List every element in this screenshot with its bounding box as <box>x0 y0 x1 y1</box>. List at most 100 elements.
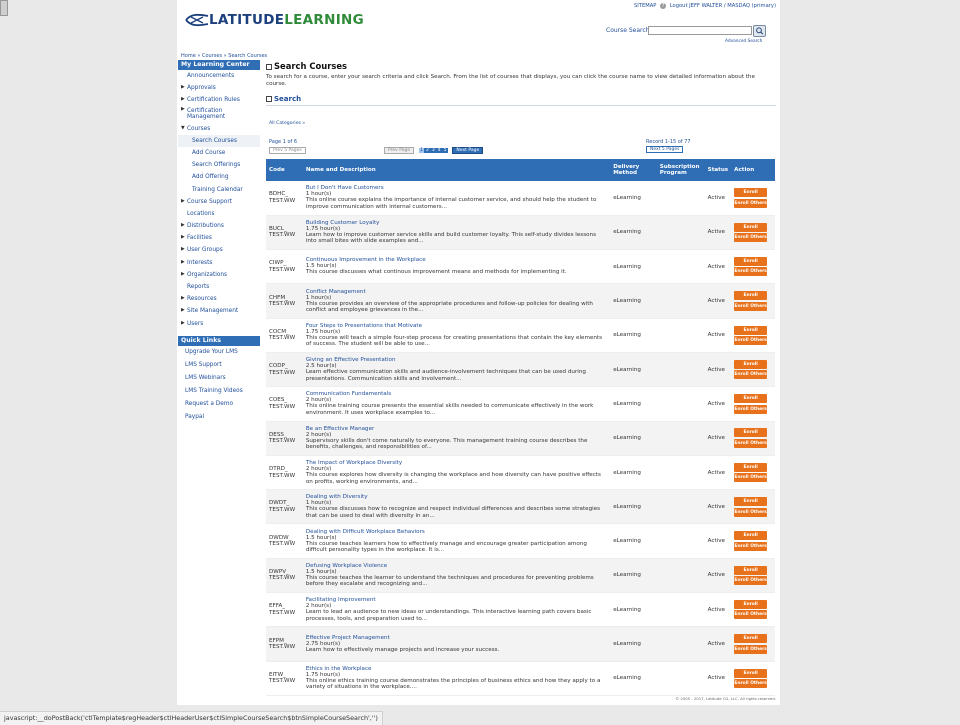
enroll-button[interactable]: Enroll <box>734 359 768 369</box>
sidebar-item[interactable]: Training Calendar <box>178 184 260 196</box>
quick-link[interactable]: LMS Training Videos <box>178 385 260 398</box>
caret-right-icon[interactable]: ▶ <box>181 82 185 94</box>
course-code: CHFM_ TEST.WW <box>266 283 303 319</box>
enroll-button[interactable]: Enroll <box>734 599 768 609</box>
enroll-others-button[interactable]: Enroll Others <box>734 541 768 551</box>
breadcrumb[interactable]: Home » Courses » Search Courses <box>181 53 267 59</box>
sidebar-item[interactable]: Add Course <box>178 147 260 159</box>
sidebar-item[interactable]: Reports <box>178 281 260 293</box>
enroll-button[interactable]: Enroll <box>734 634 768 644</box>
caret-down-icon[interactable]: ▼ <box>181 123 185 135</box>
enroll-others-button[interactable]: Enroll Others <box>734 233 768 243</box>
course-status: Active <box>704 558 732 594</box>
sidebar-item[interactable]: ▶ Facilities <box>178 232 260 244</box>
caret-right-icon[interactable]: ▶ <box>181 318 185 330</box>
sidebar-item[interactable]: ▶ Resources <box>178 293 260 305</box>
enroll-others-button[interactable]: Enroll Others <box>734 267 768 277</box>
caret-right-icon[interactable]: ▶ <box>181 232 185 244</box>
help-icon[interactable]: ? <box>660 3 667 9</box>
next-page-button[interactable]: Next Page <box>452 147 484 154</box>
enroll-others-button[interactable]: Enroll Others <box>734 370 768 380</box>
page-number-link[interactable]: 5 <box>442 148 448 153</box>
caret-right-icon[interactable]: ▶ <box>181 244 185 256</box>
categories-link[interactable]: All Categories » <box>269 121 305 126</box>
quick-link[interactable]: Paypal <box>178 411 260 424</box>
caret-right-icon[interactable]: ▶ <box>181 257 185 269</box>
sidebar-item[interactable]: ▶ Organizations <box>178 269 260 281</box>
enroll-others-button[interactable]: Enroll Others <box>734 610 768 620</box>
sidebar-item[interactable]: ▶ Approvals <box>178 82 260 94</box>
enroll-button[interactable]: Enroll <box>734 256 768 266</box>
course-actions: Enroll Enroll Others <box>731 489 775 525</box>
enroll-others-button[interactable]: Enroll Others <box>734 473 768 483</box>
sidebar-item[interactable]: ▶ Distributions <box>178 220 260 232</box>
course-search-input[interactable] <box>648 26 752 35</box>
prev-5-pages-button[interactable]: Prev 5 Pages <box>269 147 306 154</box>
caret-right-icon[interactable]: ▶ <box>181 293 185 305</box>
enroll-button[interactable]: Enroll <box>734 462 768 472</box>
enroll-others-button[interactable]: Enroll Others <box>734 507 768 517</box>
enroll-button[interactable]: Enroll <box>734 497 768 507</box>
enroll-others-button[interactable]: Enroll Others <box>734 438 768 448</box>
enroll-button[interactable]: Enroll <box>734 188 768 198</box>
enroll-button[interactable]: Enroll <box>734 325 768 335</box>
sidebar-item[interactable]: Locations <box>178 208 260 220</box>
sidebar-item[interactable]: ▶ Users <box>178 318 260 330</box>
caret-right-icon[interactable]: ▶ <box>181 196 185 208</box>
logo[interactable]: LATITUDE LEARNING <box>185 11 364 29</box>
sidebar-item[interactable]: ▶ Interests <box>178 257 260 269</box>
caret-right-icon[interactable]: ▶ <box>181 107 185 113</box>
next-5-pages-button[interactable]: Next 5 Pages <box>646 146 684 153</box>
enroll-others-button[interactable]: Enroll Others <box>734 576 768 586</box>
enroll-others-button[interactable]: Enroll Others <box>734 198 768 208</box>
sidebar-item[interactable]: Announcements <box>178 70 260 82</box>
col-subscription[interactable]: Subscription Program <box>656 159 705 181</box>
prev-page-button[interactable]: Prev Page <box>384 147 415 154</box>
enroll-button[interactable]: Enroll <box>734 531 768 541</box>
enroll-button[interactable]: Enroll <box>734 668 768 678</box>
logout-link[interactable]: Logout <box>670 3 688 9</box>
enroll-others-button[interactable]: Enroll Others <box>734 336 768 346</box>
sidebar-item[interactable]: Add Offering <box>178 171 260 183</box>
course-code: BDHC_ TEST.WW <box>266 181 303 216</box>
enroll-button[interactable]: Enroll <box>734 565 768 575</box>
sidebar-item[interactable]: ▶ Certification Management <box>178 107 260 123</box>
enroll-others-button[interactable]: Enroll Others <box>734 301 768 311</box>
sidebar-item[interactable]: ▶ Site Management <box>178 305 260 317</box>
enroll-others-button[interactable]: Enroll Others <box>734 644 768 654</box>
col-status[interactable]: Status <box>704 159 732 181</box>
sidebar-item[interactable]: ▼ Courses <box>178 123 260 135</box>
course-search-button[interactable] <box>753 25 766 37</box>
sidebar-item[interactable]: Search Offerings <box>178 159 260 171</box>
enroll-button[interactable]: Enroll <box>734 428 768 438</box>
col-delivery[interactable]: Delivery Method <box>610 159 657 181</box>
caret-right-icon[interactable]: ▶ <box>181 269 185 281</box>
enroll-others-button[interactable]: Enroll Others <box>734 679 768 689</box>
course-info: Be an Effective Manager 2 hour(s) Supervis… <box>302 421 611 456</box>
enroll-button[interactable]: Enroll <box>734 394 768 404</box>
quick-link[interactable]: LMS Webinars <box>178 372 260 385</box>
expand-icon[interactable] <box>266 96 272 102</box>
caret-right-icon[interactable]: ▶ <box>181 305 185 317</box>
col-name[interactable]: Name and Description <box>302 159 611 181</box>
sidebar-item[interactable]: ▶ Certification Rules <box>178 94 260 106</box>
course-info: Facilitating Improvement 2 hour(s) Learn t… <box>302 592 611 628</box>
enroll-button[interactable]: Enroll <box>734 291 768 301</box>
quick-link[interactable]: Request a Demo <box>178 398 260 411</box>
course-status: Active <box>704 215 732 251</box>
enroll-button[interactable]: Enroll <box>734 222 768 232</box>
quick-link[interactable]: LMS Support <box>178 359 260 372</box>
advanced-search-link[interactable]: Advanced Search <box>725 39 762 44</box>
collapse-icon[interactable] <box>266 63 272 70</box>
col-code[interactable]: Code <box>266 159 303 181</box>
search-section-header[interactable]: Search <box>266 95 776 106</box>
caret-right-icon[interactable]: ▶ <box>181 220 185 232</box>
enroll-others-button[interactable]: Enroll Others <box>734 404 768 414</box>
sidebar-item[interactable]: ▶ Course Support <box>178 196 260 208</box>
sidebar-item[interactable]: ▶ User Groups <box>178 244 260 256</box>
sidebar-item[interactable]: Search Courses <box>178 134 260 147</box>
sitemap-link[interactable]: SITEMAP <box>634 3 656 9</box>
quick-link[interactable]: Upgrade Your LMS <box>178 346 260 359</box>
course-subscription <box>656 318 705 353</box>
caret-right-icon[interactable]: ▶ <box>181 94 185 106</box>
